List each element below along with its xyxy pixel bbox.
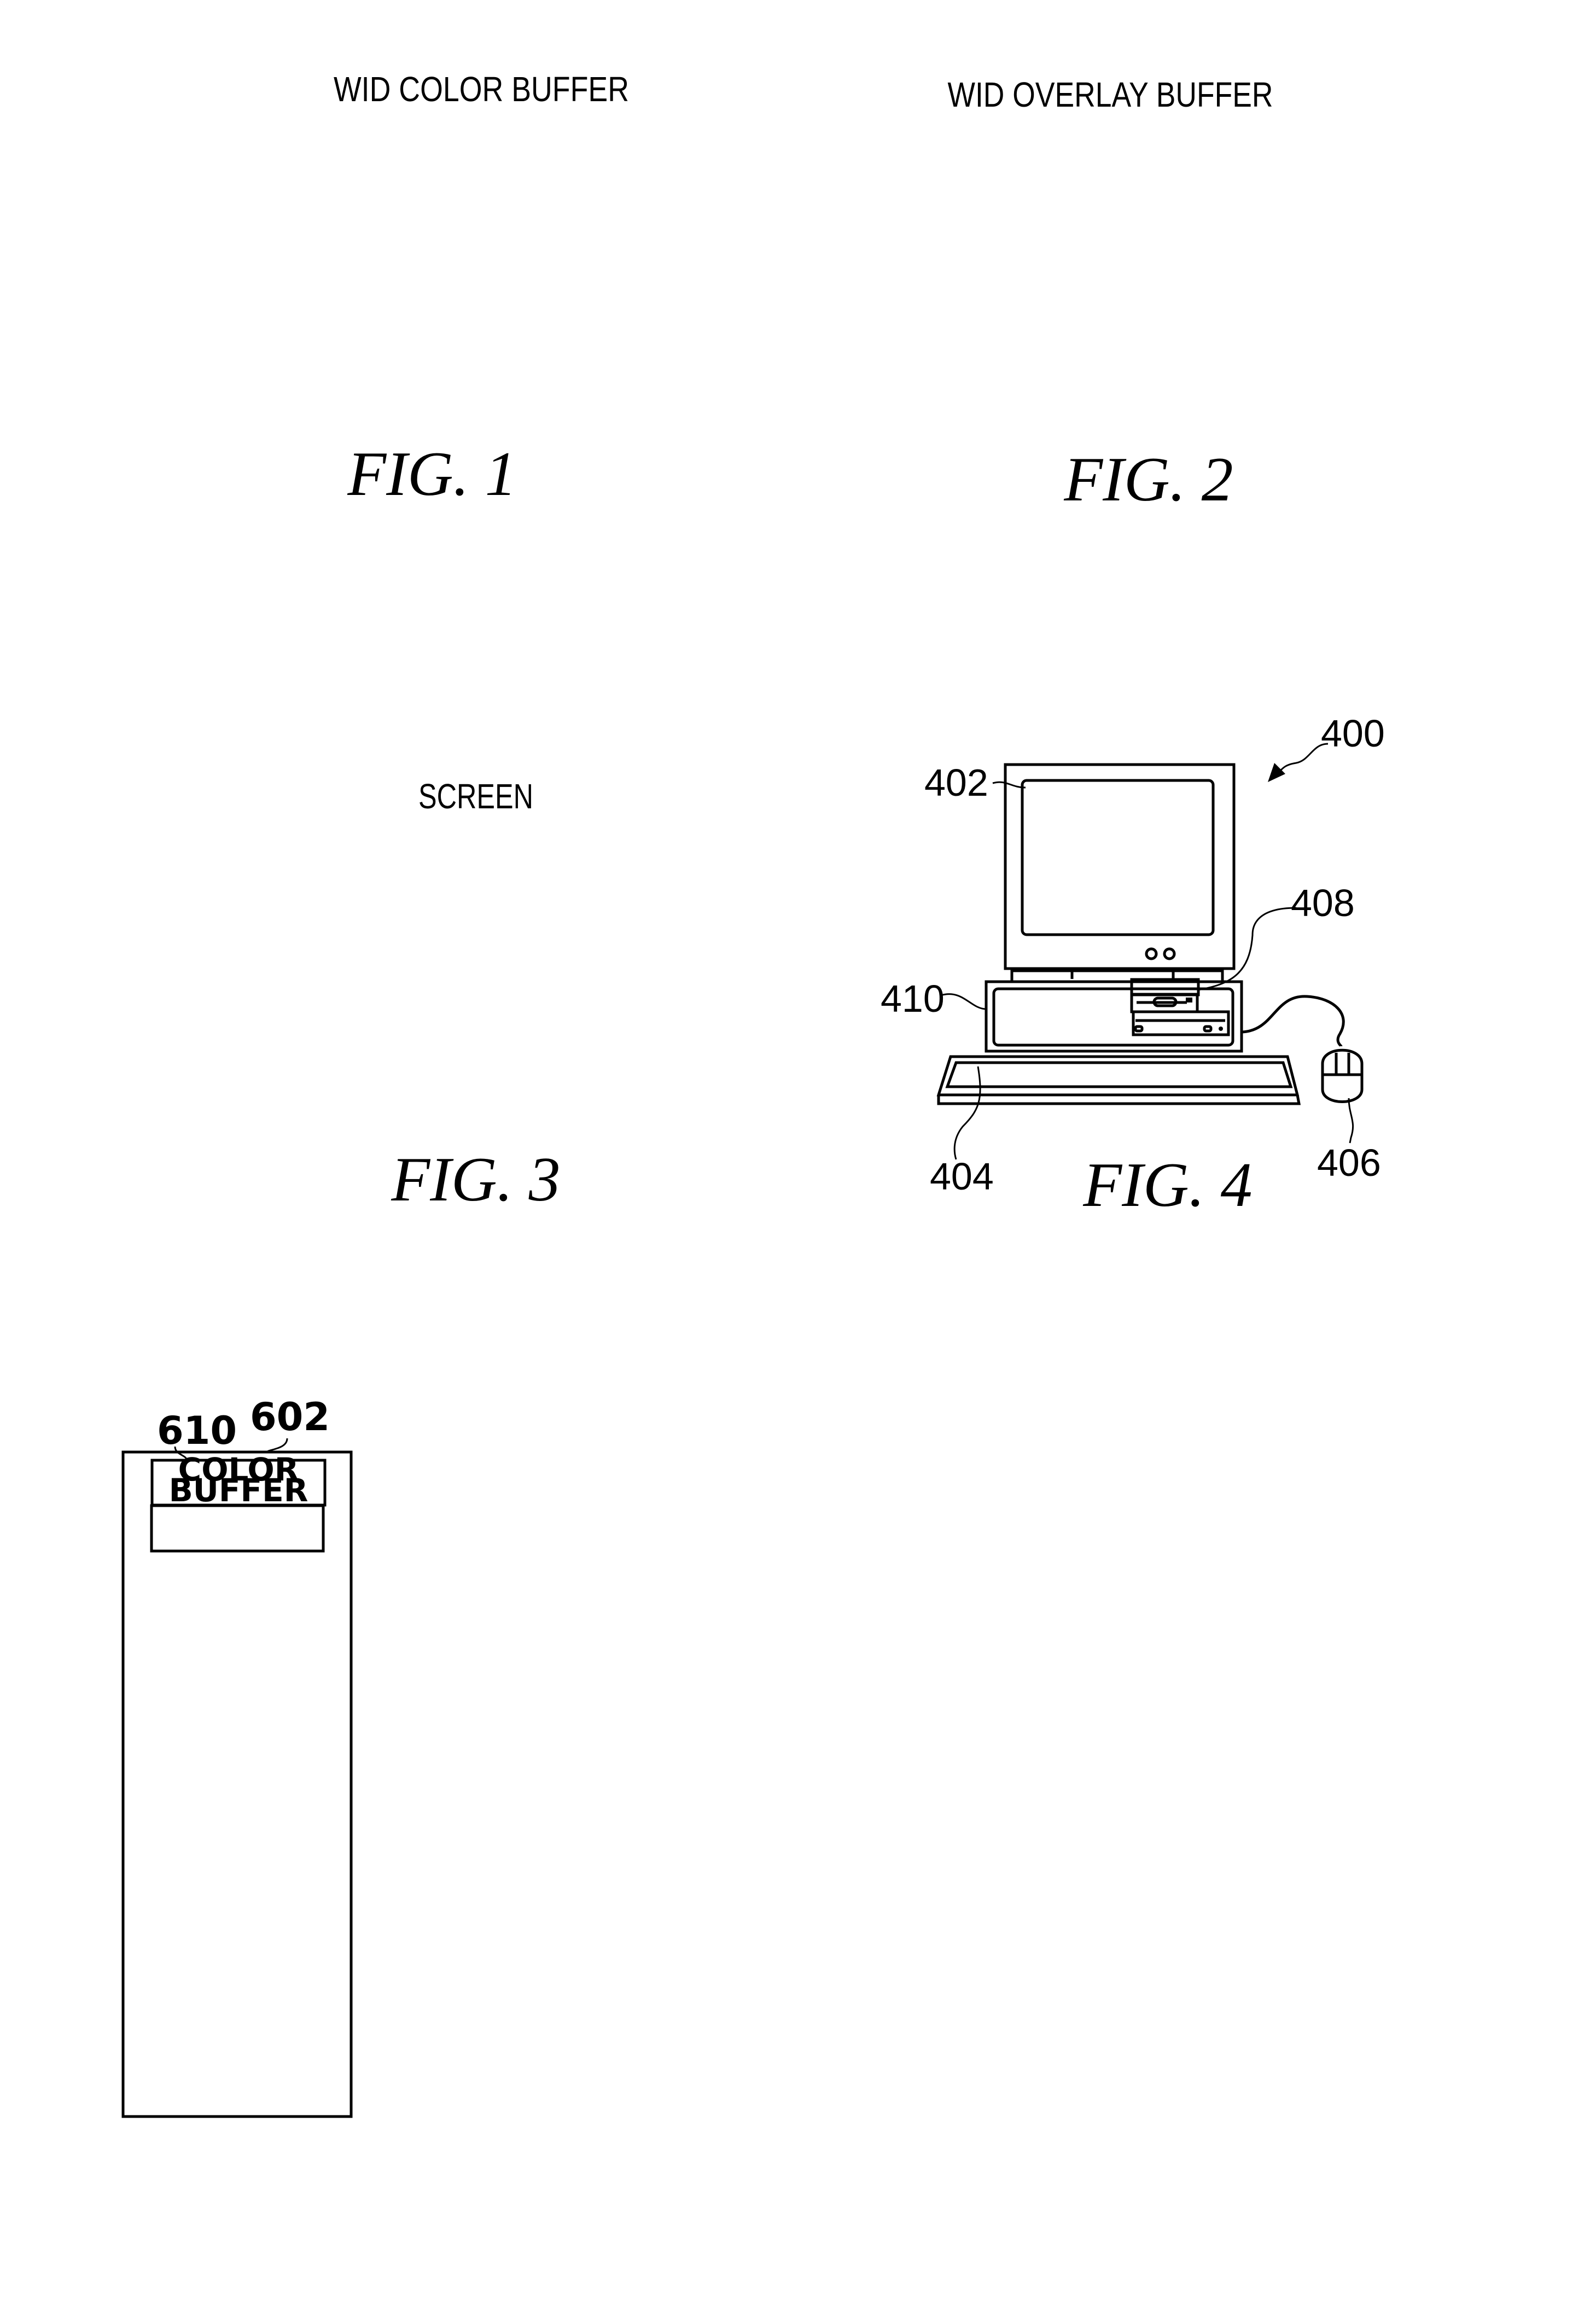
leader-404 <box>953 1066 981 1160</box>
fig2-caption: FIG. 2 <box>1063 445 1233 515</box>
fig3-caption: FIG. 3 <box>391 1145 560 1215</box>
ref-404: 404 <box>930 1155 994 1198</box>
arrow-400 <box>1268 763 1285 782</box>
leader-602 <box>266 1438 288 1453</box>
leader-410 <box>940 993 987 1010</box>
fig2-title: WID OVERLAY BUFFER <box>948 75 1273 114</box>
figure-1: WID COLOR BUFFER FIG. 1 <box>334 69 629 509</box>
ref-410: 410 <box>881 977 945 1020</box>
ref-610: 610 <box>157 1408 237 1453</box>
ref-400: 400 <box>1321 712 1385 755</box>
system-unit-icon <box>985 978 1243 1053</box>
fig1-title: WID COLOR BUFFER <box>334 69 629 109</box>
ref-406: 406 <box>1317 1141 1381 1184</box>
leader-406 <box>1348 1098 1354 1144</box>
fig3-title: SCREEN <box>418 777 533 816</box>
figure-6: 610 602 COLOR BUFFER <box>121 1395 353 2118</box>
ref-402: 402 <box>924 761 988 804</box>
monitor-icon <box>1004 763 1236 983</box>
color-buffer-line2: BUFFER <box>169 1472 308 1509</box>
figure-3: SCREEN FIG. 3 <box>391 777 560 1215</box>
leader-402 <box>992 781 1026 789</box>
fig1-caption: FIG. 1 <box>347 439 516 509</box>
figure-4: 400 402 408 410 404 406 FIG. 4 <box>881 712 1385 1220</box>
ref-408: 408 <box>1291 882 1355 924</box>
ref-602: 602 <box>250 1395 330 1439</box>
disk-drive-icon <box>1130 993 1230 1036</box>
keyboard-icon <box>936 1055 1301 1105</box>
figure-2: WID OVERLAY BUFFER FIG. 2 <box>948 75 1273 515</box>
fig4-caption: FIG. 4 <box>1082 1150 1252 1220</box>
